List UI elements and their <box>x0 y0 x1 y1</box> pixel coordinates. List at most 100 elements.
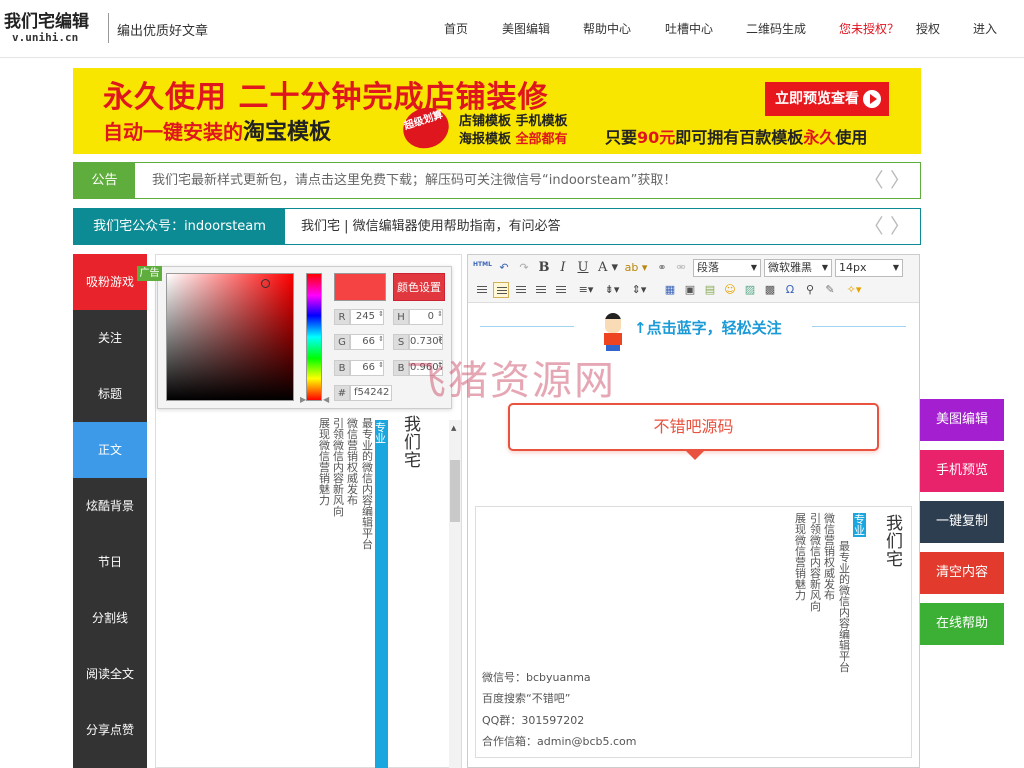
rgb-b-label: B <box>334 360 350 376</box>
justify-icon[interactable] <box>553 282 569 298</box>
find-icon[interactable]: ⚲ <box>802 282 818 298</box>
nav-feedback-center[interactable]: 吐槽中心 <box>665 20 713 37</box>
banner-templates-2: 海报模板 全部都有 <box>459 128 568 147</box>
category-read-more[interactable]: 阅读全文 <box>73 646 147 702</box>
nav-unauthorized[interactable]: 您未授权？ <box>839 20 899 37</box>
rgb-r-field[interactable]: R 245 ⇕ <box>334 309 386 325</box>
clear-content-button[interactable]: 清空内容 <box>920 552 1004 594</box>
chevron-down-icon: ▼ <box>892 263 899 272</box>
nav-help-center[interactable]: 帮助中心 <box>583 20 631 37</box>
follow-prompt[interactable]: ↑点击蓝字，轻松关注 <box>634 317 782 338</box>
nav-qr-generator[interactable]: 二维码生成 <box>746 20 806 37</box>
highlight-icon[interactable]: ab ▾ <box>624 260 648 276</box>
align-left-icon[interactable] <box>493 282 509 298</box>
template-col-3: 引领微信内容新风向 <box>333 417 344 518</box>
category-follow[interactable]: 关注 <box>73 310 147 366</box>
banner-price-amount: 90元 <box>637 128 676 147</box>
announcement-text[interactable]: 我们宅最新样式更新包，请点击这里免费下载；解压码可关注微信号“indoorste… <box>152 163 676 198</box>
speech-bubble[interactable]: 不错吧源码 <box>508 403 879 460</box>
indent-icon[interactable] <box>474 282 490 298</box>
play-icon <box>863 90 881 108</box>
table-icon[interactable]: ▦ <box>662 282 678 298</box>
omega-icon[interactable]: Ω <box>782 282 798 298</box>
redo-icon[interactable]: ↷ <box>516 260 532 276</box>
undo-icon[interactable]: ↶ <box>496 260 512 276</box>
mobile-preview-button[interactable]: 手机预览 <box>920 450 1004 492</box>
color-selector-ring[interactable] <box>261 279 270 288</box>
card-col-3: 引领微信内容新风向 <box>810 512 821 613</box>
image-editor-button[interactable]: 美图编辑 <box>920 399 1004 441</box>
font-color-icon[interactable]: A ▾ <box>596 260 620 276</box>
hsb-h-field[interactable]: H 0 ⇕ <box>393 309 445 325</box>
banner-subline: 自动一键安装的淘宝模板 <box>103 114 331 146</box>
banner-tpl2-red: 全部都有 <box>515 132 568 147</box>
image-icon[interactable]: ▣ <box>682 282 698 298</box>
paragraph-spacing-icon[interactable]: ⇟▾ <box>601 282 623 298</box>
card-wechat-id: 微信号：bcbyuanma <box>482 671 591 684</box>
magic-icon[interactable]: ✧▾ <box>842 282 866 298</box>
site-logo[interactable]: 我们宅编辑 v.unihi.cn <box>4 12 102 46</box>
save-icon[interactable]: ▩ <box>762 282 778 298</box>
category-share-like[interactable]: 分享点赞 <box>73 702 147 758</box>
saturation-value-box[interactable] <box>166 273 294 401</box>
nav-authorize[interactable]: 授权 <box>916 20 940 37</box>
link-icon[interactable]: ⚭ <box>654 260 670 276</box>
announcement-tag: 公告 <box>74 163 135 198</box>
rgb-b-field[interactable]: B 66 ⇕ <box>334 360 386 376</box>
nav-enter[interactable]: 进入 <box>973 20 997 37</box>
promo-banner[interactable]: 永久使用 二十分钟完成店铺装修 自动一键安装的淘宝模板 超级划算 店铺模板 手机… <box>73 68 921 154</box>
paragraph-format-select[interactable]: 段落 ▼ <box>693 259 761 277</box>
online-help-button[interactable]: 在线帮助 <box>920 603 1004 645</box>
font-size-select[interactable]: 14px ▼ <box>835 259 903 277</box>
rgb-g-label: G <box>334 334 350 350</box>
banner-preview-button[interactable]: 立即预览查看 <box>765 82 889 116</box>
gallery-icon[interactable]: ▨ <box>742 282 758 298</box>
color-settings-button[interactable]: 颜色设置 <box>393 273 445 301</box>
category-body[interactable]: 正文 <box>73 422 147 478</box>
italic-icon[interactable]: I <box>555 260 571 276</box>
font-family-select[interactable]: 微软雅黑 ▼ <box>764 259 832 277</box>
spinner-icon[interactable]: ⇕ <box>437 310 443 318</box>
category-lure-games[interactable]: 吸粉游戏 <box>73 254 147 310</box>
bold-icon[interactable]: B <box>536 260 552 276</box>
spinner-icon[interactable]: ⇕ <box>378 335 384 343</box>
align-right-icon[interactable] <box>533 282 549 298</box>
template-scrollbar[interactable]: ▲ <box>449 420 461 768</box>
content-card[interactable]: 我们宅 专业 最专业的微信内容编辑平台 微信营销权威发布 引领微信内容新风向 展… <box>475 506 912 758</box>
category-holiday[interactable]: 节日 <box>73 534 147 590</box>
hex-value[interactable]: f54242 <box>350 385 392 401</box>
banner-price-forever: 永久 <box>803 128 836 147</box>
spinner-icon[interactable]: ⇕ <box>378 310 384 318</box>
scroll-thumb[interactable] <box>450 460 460 522</box>
category-title[interactable]: 标题 <box>73 366 147 422</box>
copy-all-button[interactable]: 一键复制 <box>920 501 1004 543</box>
editor-toolbar: HTML ↶ ↷ B I U A ▾ ab ▾ ⚭ ⚮ 段落 ▼ 微软雅黑 ▼ 14… <box>468 255 919 303</box>
line-height-icon[interactable]: ⇕▾ <box>628 282 650 298</box>
spinner-icon[interactable]: ⇕ <box>437 335 443 343</box>
html-source-button[interactable]: HTML <box>473 261 492 268</box>
template-accent-bar[interactable]: 专业 <box>375 420 388 768</box>
guide-text[interactable]: 我们宅 | 微信编辑器使用帮助指南，有问必答 <box>301 209 561 244</box>
category-divider[interactable]: 分割线 <box>73 590 147 646</box>
emoji-icon[interactable]: ☺ <box>722 282 738 298</box>
font-family-value: 微软雅黑 <box>768 261 812 274</box>
template-col-1: 最专业的微信内容编辑平台 <box>362 417 373 551</box>
rgb-g-field[interactable]: G 66 ⇕ <box>334 334 386 350</box>
rgb-r-label: R <box>334 309 350 325</box>
align-center-icon[interactable] <box>513 282 529 298</box>
announcement-arrows[interactable]: 〈 〉 <box>864 169 910 191</box>
scroll-up-icon[interactable]: ▲ <box>451 424 456 432</box>
paste-icon[interactable]: ▤ <box>702 282 718 298</box>
category-cool-background[interactable]: 炫酷背景 <box>73 478 147 534</box>
guide-arrows[interactable]: 〈 〉 <box>864 215 910 237</box>
eraser-icon[interactable]: ✎ <box>822 282 838 298</box>
unlink-icon[interactable]: ⚮ <box>673 260 689 276</box>
underline-icon[interactable]: U <box>575 260 591 276</box>
nav-image-editor[interactable]: 美图编辑 <box>502 20 550 37</box>
spinner-icon[interactable]: ⇕ <box>378 361 384 369</box>
hue-slider[interactable] <box>306 273 322 401</box>
wechat-account-tag: 我们宅公众号：indoorsteam <box>74 209 285 244</box>
ad-badge: 广告 <box>137 266 162 281</box>
nav-home[interactable]: 首页 <box>444 20 468 37</box>
list-icon[interactable]: ≡▾ <box>575 282 597 298</box>
